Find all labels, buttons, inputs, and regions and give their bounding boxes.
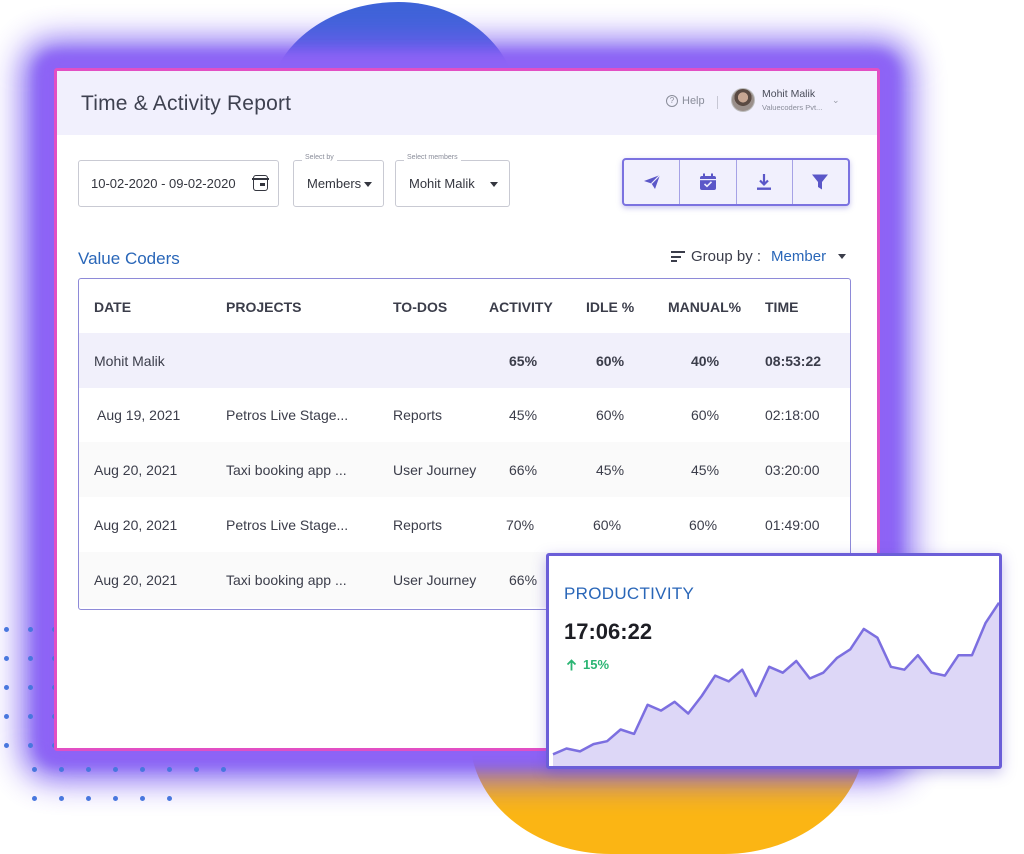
row-idle: 45%: [596, 461, 625, 478]
table-row[interactable]: Aug 20, 2021 Taxi booking app ... User J…: [79, 442, 850, 497]
action-toolbar: [622, 158, 850, 206]
row-date: Aug 19, 2021: [97, 406, 181, 423]
row-project: Taxi booking app ...: [226, 461, 347, 478]
row-todo: User Journey: [393, 571, 477, 588]
column-header-time[interactable]: TIME: [765, 279, 798, 334]
group-by-selector[interactable]: Group by : Member: [671, 248, 847, 265]
caret-down-icon: [490, 182, 498, 187]
row-project: Taxi booking app ...: [226, 571, 347, 588]
row-todo: Reports: [393, 516, 443, 533]
row-time: 03:20:00: [765, 461, 820, 478]
row-manual: 60%: [691, 406, 720, 423]
download-button[interactable]: [737, 160, 793, 204]
send-button[interactable]: [624, 160, 681, 204]
row-manual: 45%: [691, 461, 720, 478]
column-header-projects[interactable]: PROJECTS: [226, 279, 301, 334]
productivity-change-value: 15%: [583, 657, 610, 672]
select-members-label: Select members: [404, 154, 461, 161]
row-date: Aug 20, 2021: [94, 516, 178, 533]
date-range-value: 10-02-2020 - 09-02-2020: [91, 176, 236, 191]
send-icon: [643, 174, 661, 189]
productivity-card: PRODUCTIVITY 17:06:22 15%: [546, 553, 1002, 769]
select-by-dropdown[interactable]: Select by Members: [293, 154, 384, 207]
row-idle: 60%: [593, 516, 622, 533]
row-todo: User Journey: [393, 461, 477, 478]
productivity-title: PRODUCTIVITY: [564, 584, 695, 603]
summary-activity: 65%: [509, 352, 538, 369]
row-time: 01:49:00: [765, 516, 820, 533]
select-by-label: Select by: [302, 154, 337, 161]
row-date: Aug 20, 2021: [94, 461, 178, 478]
column-header-date[interactable]: DATE: [94, 279, 131, 334]
caret-down-icon: [838, 254, 847, 259]
productivity-total: 17:06:22: [564, 619, 653, 644]
sort-lines-icon: [671, 251, 685, 262]
filter-button[interactable]: [793, 160, 848, 204]
select-members-value: Mohit Malik: [409, 176, 475, 191]
help-link[interactable]: ? Help: [666, 95, 705, 107]
arrow-up-icon: [566, 658, 577, 670]
user-company: Valuecoders Pvt...: [762, 103, 823, 112]
member-summary-row[interactable]: Mohit Malik 65% 60% 40% 08:53:22: [79, 333, 850, 388]
table-header-row: DATE PROJECTS TO-DOS ACTIVITY IDLE % MAN…: [79, 279, 850, 334]
schedule-button[interactable]: [680, 160, 737, 204]
help-label: Help: [682, 95, 705, 107]
row-activity: 66%: [509, 461, 538, 478]
window-header: Time & Activity Report ? Help Mohit Mali…: [57, 71, 877, 135]
row-activity: 70%: [506, 516, 535, 533]
row-manual: 60%: [689, 516, 718, 533]
row-project: Petros Live Stage...: [226, 406, 349, 423]
page-title: Time & Activity Report: [81, 92, 292, 115]
download-icon: [757, 174, 772, 190]
summary-idle: 60%: [596, 352, 625, 369]
chevron-down-icon[interactable]: ⌄: [832, 95, 840, 106]
table-row[interactable]: Aug 19, 2021 Petros Live Stage... Report…: [79, 387, 850, 442]
column-header-todos[interactable]: TO-DOS: [393, 279, 447, 334]
filter-icon: [812, 174, 829, 190]
column-header-activity[interactable]: ACTIVITY: [489, 279, 553, 334]
group-by-value: Member: [771, 248, 827, 265]
calendar-check-icon: [699, 173, 716, 190]
summary-manual: 40%: [691, 352, 720, 369]
calendar-icon[interactable]: [252, 175, 269, 191]
team-title: Value Coders: [78, 249, 180, 268]
user-name[interactable]: Mohit Malik: [762, 88, 815, 100]
date-range-picker[interactable]: 10-02-2020 - 09-02-2020: [78, 160, 279, 207]
avatar[interactable]: [731, 88, 755, 112]
productivity-change: 15%: [566, 657, 609, 672]
group-by-label: Group by :: [691, 248, 762, 265]
column-header-idle[interactable]: IDLE %: [586, 279, 634, 334]
table-row[interactable]: Aug 20, 2021 Petros Live Stage... Report…: [79, 497, 850, 552]
select-by-value: Members: [307, 176, 362, 191]
header-divider: [717, 96, 718, 109]
row-date: Aug 20, 2021: [94, 571, 178, 588]
member-name: Mohit Malik: [94, 352, 165, 369]
caret-down-icon: [364, 182, 372, 187]
row-time: 02:18:00: [765, 406, 820, 423]
column-header-manual[interactable]: MANUAL%: [668, 279, 741, 334]
summary-time: 08:53:22: [765, 352, 822, 369]
row-idle: 60%: [596, 406, 625, 423]
select-members-dropdown[interactable]: Select members Mohit Malik: [395, 154, 510, 207]
row-todo: Reports: [393, 406, 443, 423]
row-project: Petros Live Stage...: [226, 516, 349, 533]
row-activity: 45%: [509, 406, 538, 423]
row-activity: 66%: [509, 571, 538, 588]
help-icon: ?: [666, 95, 678, 107]
